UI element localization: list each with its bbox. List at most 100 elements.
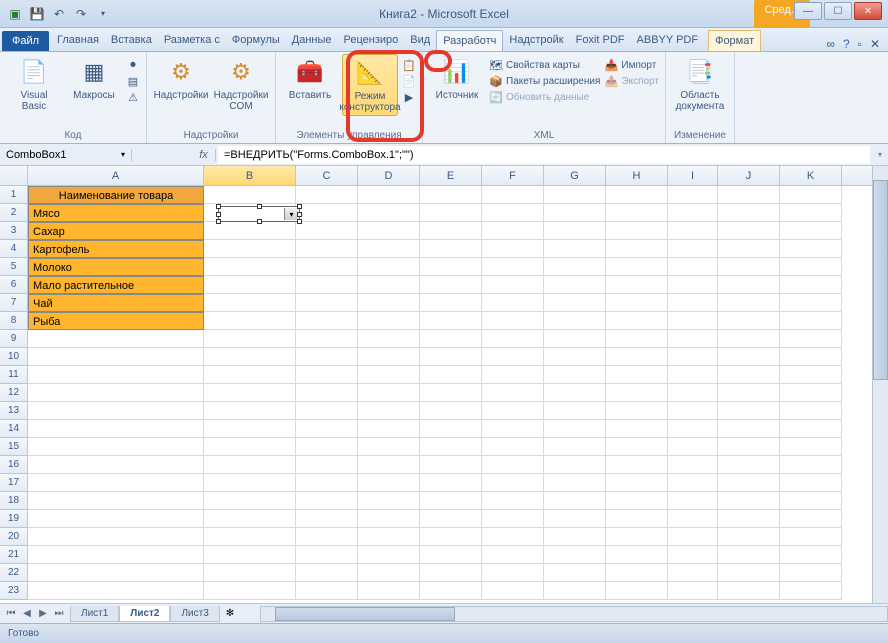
cell[interactable] xyxy=(780,222,842,240)
row-header[interactable]: 6 xyxy=(0,276,28,294)
cell[interactable] xyxy=(780,402,842,420)
cell[interactable] xyxy=(668,510,718,528)
cell[interactable] xyxy=(358,546,420,564)
cell[interactable] xyxy=(780,384,842,402)
cell[interactable] xyxy=(296,492,358,510)
sheet-tab-Лист3[interactable]: Лист3 xyxy=(170,606,219,622)
row-header[interactable]: 16 xyxy=(0,456,28,474)
cell[interactable] xyxy=(420,402,482,420)
cell[interactable] xyxy=(780,186,842,204)
cell[interactable] xyxy=(606,420,668,438)
cell[interactable] xyxy=(544,276,606,294)
row-header[interactable]: 17 xyxy=(0,474,28,492)
cell[interactable] xyxy=(204,474,296,492)
cell[interactable] xyxy=(482,546,544,564)
cell[interactable] xyxy=(718,330,780,348)
col-header-I[interactable]: I xyxy=(668,166,718,185)
cell[interactable] xyxy=(606,528,668,546)
cell[interactable] xyxy=(668,384,718,402)
cell[interactable] xyxy=(718,546,780,564)
cell[interactable] xyxy=(204,492,296,510)
cell[interactable] xyxy=(482,492,544,510)
cell[interactable] xyxy=(204,348,296,366)
cell[interactable] xyxy=(482,186,544,204)
cell[interactable] xyxy=(780,456,842,474)
cell[interactable] xyxy=(420,384,482,402)
cell[interactable] xyxy=(296,330,358,348)
cell[interactable] xyxy=(668,186,718,204)
cell[interactable] xyxy=(420,456,482,474)
new-sheet-icon[interactable]: ✻ xyxy=(220,608,240,619)
cell[interactable] xyxy=(544,420,606,438)
cell[interactable] xyxy=(606,330,668,348)
cell[interactable] xyxy=(358,258,420,276)
cell[interactable] xyxy=(780,240,842,258)
macro-security-button[interactable]: ⚠ xyxy=(126,90,140,104)
cell[interactable] xyxy=(358,294,420,312)
cell[interactable] xyxy=(668,276,718,294)
cell[interactable] xyxy=(420,186,482,204)
cell[interactable] xyxy=(718,384,780,402)
cell[interactable] xyxy=(358,222,420,240)
cell[interactable] xyxy=(482,276,544,294)
cell[interactable] xyxy=(780,564,842,582)
cell[interactable] xyxy=(420,366,482,384)
cell[interactable] xyxy=(420,204,482,222)
cell[interactable] xyxy=(296,204,358,222)
cell[interactable] xyxy=(204,582,296,600)
doc-close-icon[interactable]: ✕ xyxy=(870,37,880,51)
cell[interactable]: Мясо xyxy=(28,204,204,222)
cell[interactable] xyxy=(718,240,780,258)
tab-формулы[interactable]: Формулы xyxy=(226,30,286,51)
cell[interactable] xyxy=(358,510,420,528)
cell[interactable] xyxy=(606,294,668,312)
cell[interactable] xyxy=(718,510,780,528)
cell[interactable] xyxy=(420,438,482,456)
cell[interactable] xyxy=(28,564,204,582)
cell[interactable] xyxy=(482,474,544,492)
run-dialog-button[interactable]: ▶ xyxy=(402,90,416,104)
map-properties-button[interactable]: 🗺Свойства карты xyxy=(489,58,600,72)
cell[interactable] xyxy=(204,438,296,456)
cell[interactable] xyxy=(296,474,358,492)
cell[interactable] xyxy=(28,402,204,420)
cell[interactable] xyxy=(296,312,358,330)
cell[interactable] xyxy=(718,294,780,312)
cell[interactable] xyxy=(668,258,718,276)
cell[interactable] xyxy=(296,384,358,402)
cell[interactable] xyxy=(780,312,842,330)
cell[interactable] xyxy=(718,312,780,330)
cell[interactable] xyxy=(482,294,544,312)
row-header[interactable]: 2 xyxy=(0,204,28,222)
cell[interactable] xyxy=(544,456,606,474)
cell[interactable] xyxy=(544,564,606,582)
cell[interactable] xyxy=(606,384,668,402)
cell[interactable] xyxy=(482,312,544,330)
col-header-E[interactable]: E xyxy=(420,166,482,185)
vertical-scrollbar[interactable] xyxy=(872,166,888,603)
cell[interactable] xyxy=(358,276,420,294)
cell[interactable] xyxy=(718,564,780,582)
row-header[interactable]: 12 xyxy=(0,384,28,402)
document-panel-button[interactable]: 📑Область документа xyxy=(672,54,728,114)
cell[interactable] xyxy=(606,366,668,384)
cell[interactable] xyxy=(780,510,842,528)
cell[interactable] xyxy=(544,312,606,330)
cell[interactable] xyxy=(358,492,420,510)
cell[interactable] xyxy=(296,438,358,456)
cell[interactable] xyxy=(606,438,668,456)
cell[interactable] xyxy=(28,384,204,402)
prev-sheet-icon[interactable]: ◀ xyxy=(20,608,34,619)
cell[interactable] xyxy=(420,258,482,276)
cell[interactable] xyxy=(668,312,718,330)
name-box[interactable]: ComboBox1▾ xyxy=(0,149,132,161)
cell[interactable] xyxy=(204,528,296,546)
row-header[interactable]: 14 xyxy=(0,420,28,438)
col-header-J[interactable]: J xyxy=(718,166,780,185)
cell[interactable] xyxy=(606,564,668,582)
cell[interactable] xyxy=(420,420,482,438)
cell[interactable] xyxy=(420,330,482,348)
next-sheet-icon[interactable]: ▶ xyxy=(36,608,50,619)
cell[interactable] xyxy=(668,294,718,312)
cell[interactable] xyxy=(28,438,204,456)
